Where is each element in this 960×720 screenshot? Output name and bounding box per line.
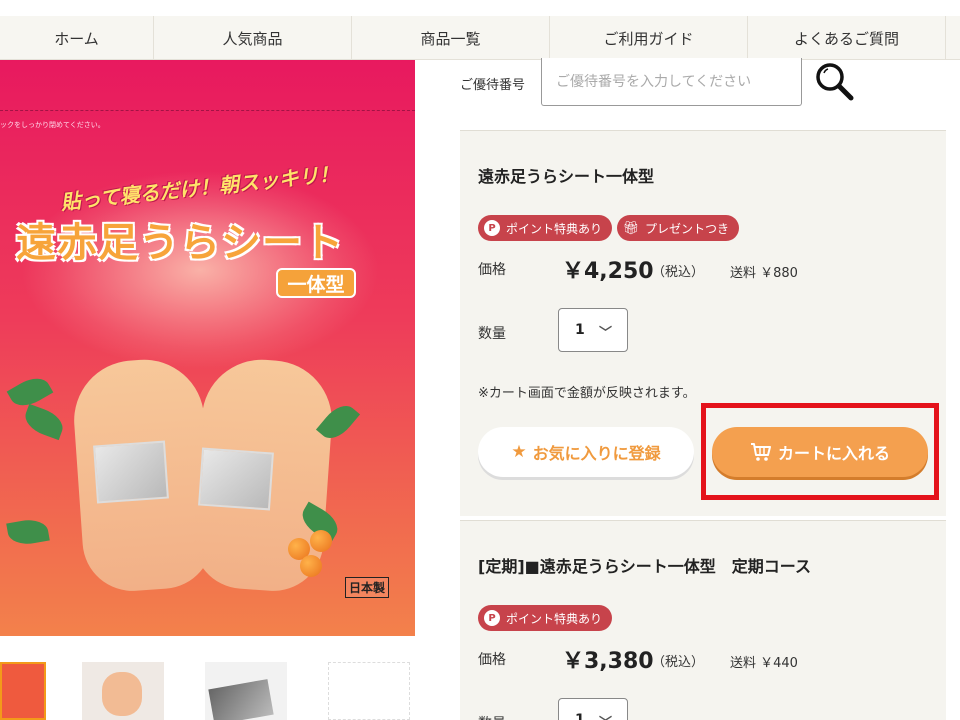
sheet-pad-right [198, 447, 274, 511]
subscription-product-tags: P ポイント特典あり [478, 605, 613, 631]
tax-label: （税込） [652, 265, 705, 280]
price-value: ￥4,250 [562, 259, 654, 284]
coupon-label: ご優待番号 [460, 78, 526, 93]
tax-label: （税込） [652, 655, 705, 670]
product-tags: P ポイント特典あり 🎁︎ プレゼントつき [478, 215, 740, 241]
subscription-product-title: [定期]■遠赤足うらシート一体型 定期コース [478, 557, 811, 576]
fruit-decoration [300, 555, 322, 577]
add-to-favorites-button[interactable]: ★ お気に入りに登録 [478, 427, 694, 477]
thumbnail-1[interactable] [0, 662, 46, 720]
package-badge: 一体型 [276, 268, 356, 298]
shipping-fee: 送料 ￥880 [730, 266, 798, 281]
fruit-decoration [310, 530, 332, 552]
leaf-decoration [21, 403, 67, 441]
subscription-price-value: ￥3,380 [562, 649, 654, 674]
price-label: 価格 [478, 652, 506, 668]
quantity-label: 数量 [478, 713, 506, 720]
present-badge-label: プレゼントつき [645, 221, 730, 236]
product-title: 遠赤足うらシート一体型 [478, 167, 655, 186]
package-title: 遠赤足うらシート [16, 220, 344, 266]
thumbnail-foot-image [102, 672, 142, 716]
thumbnail-4[interactable] [328, 662, 410, 720]
nav-item-popular[interactable]: 人気商品 [154, 16, 352, 60]
nav-item-products[interactable]: 商品一覧 [352, 16, 550, 60]
points-badge-label: ポイント特典あり [506, 221, 603, 236]
quantity-value: 1 [575, 712, 585, 720]
cart-icon [750, 443, 771, 461]
cart-button-label: カートに入れる [777, 444, 890, 463]
main-nav: ホーム 人気商品 商品一覧 ご利用ガイド よくあるご質問 [0, 16, 960, 60]
coupon-input[interactable] [541, 58, 802, 106]
quantity-value: 1 [575, 322, 585, 338]
nav-item-guide[interactable]: ご利用ガイド [550, 16, 748, 60]
top-strip [0, 0, 960, 16]
leaf-decoration [6, 516, 50, 548]
chevron-down-icon: ﹀ [599, 712, 612, 720]
points-badge-label: ポイント特典あり [506, 611, 603, 626]
quantity-label: 数量 [478, 326, 506, 342]
chevron-down-icon: ﹀ [599, 326, 613, 341]
favorites-label: お気に入りに登録 [532, 444, 661, 463]
thumbnail-3[interactable] [205, 662, 287, 720]
search-icon [816, 63, 854, 101]
thumbnail-packet-image [208, 679, 274, 720]
points-badge: P ポイント特典あり [478, 215, 613, 241]
add-to-cart-button[interactable]: カートに入れる [712, 427, 928, 477]
nav-item-faq[interactable]: よくあるご質問 [748, 16, 946, 60]
nav-item-home[interactable]: ホーム [0, 16, 154, 60]
star-icon: ★ [511, 442, 527, 462]
present-badge: 🎁︎ プレゼントつき [617, 215, 740, 241]
points-badge: P ポイント特典あり [478, 605, 613, 631]
product-panel: 遠赤足うらシート一体型 P ポイント特典あり 🎁︎ プレゼントつき 価格 ￥4,… [460, 130, 946, 516]
package-note: ックをしっかり閉めてください。 [0, 121, 105, 129]
subscription-shipping-fee: 送料 ￥440 [730, 656, 798, 671]
subscription-quantity-select[interactable]: 1 ﹀ [558, 698, 628, 720]
point-p-icon: P [484, 220, 500, 236]
price-label: 価格 [478, 262, 506, 278]
point-p-icon: P [484, 610, 500, 626]
search-button[interactable] [812, 60, 856, 104]
quantity-select[interactable]: 1 ﹀ [558, 308, 628, 352]
thumbnail-2[interactable] [82, 662, 164, 720]
product-main-image: ックをしっかり閉めてください。 貼って寝るだけ！朝スッキリ！ 遠赤足うらシート … [0, 60, 415, 636]
sheet-pad-left [93, 440, 169, 504]
cart-price-note: ※カート画面で金額が反映されます。 [478, 386, 696, 401]
package-dashed-line [0, 110, 415, 111]
subscription-product-panel: [定期]■遠赤足うらシート一体型 定期コース P ポイント特典あり 価格 ￥3,… [460, 520, 946, 720]
made-in-japan-label: 日本製 [345, 577, 390, 598]
gift-icon: 🎁︎ [622, 220, 640, 236]
